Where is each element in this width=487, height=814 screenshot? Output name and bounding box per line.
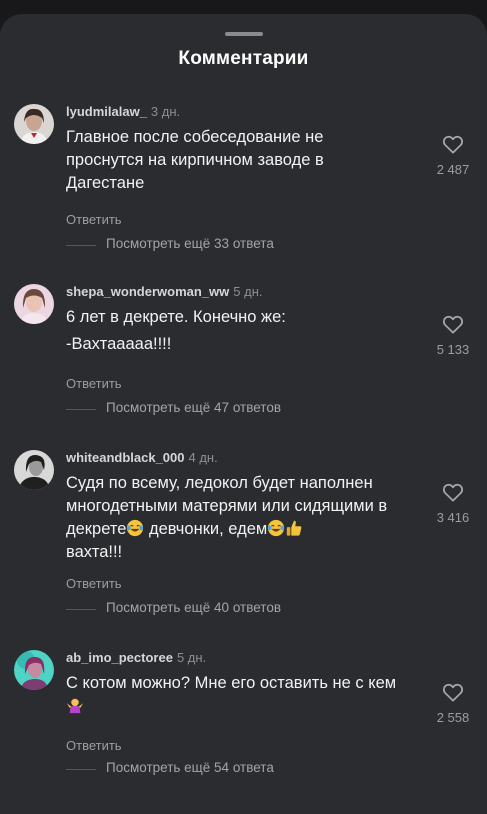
comment-text-part: вахта!!!: [66, 543, 123, 561]
like-button[interactable]: 2 487: [428, 134, 478, 177]
comment-text: 6 лет в декрете. Конечно же: -Вахтааааа!…: [66, 306, 411, 356]
timestamp: 3 дн.: [150, 104, 181, 119]
view-more-replies-label: Посмотреть ещё 54 ответа: [106, 760, 274, 775]
shrug-emoji: [66, 698, 84, 714]
divider: [66, 609, 96, 610]
comment-text-part: С котом можно? Мне его оставить не с кем: [66, 674, 397, 692]
comment-text: С котом можно? Мне его оставить не с кем: [66, 672, 406, 718]
timestamp: 4 дн.: [188, 450, 218, 465]
username[interactable]: lyudmilalaw_: [66, 104, 147, 119]
username[interactable]: shepa_wonderwoman_ww: [66, 284, 229, 299]
timestamp: 5 дн.: [233, 284, 263, 299]
divider: [66, 409, 96, 410]
avatar[interactable]: [14, 284, 54, 324]
tears-of-joy-emoji: [127, 519, 144, 537]
view-more-replies-label: Посмотреть ещё 40 ответов: [106, 600, 281, 615]
like-count: 5 133: [436, 342, 470, 357]
avatar[interactable]: [14, 450, 54, 490]
like-count: 3 416: [436, 510, 470, 525]
like-button[interactable]: 3 416: [428, 482, 478, 525]
avatar[interactable]: [14, 104, 54, 144]
comment-header: ab_imo_pectoree 5 дн.: [66, 650, 206, 665]
drag-handle[interactable]: [225, 32, 263, 36]
like-count: 2 558: [436, 710, 470, 725]
thumbs-up-emoji: [287, 520, 302, 536]
tears-of-joy-emoji: [268, 519, 285, 537]
heart-outline-icon: [442, 135, 464, 154]
comment-text-part: девчонки, едем: [144, 520, 268, 538]
comment-text: Главное после собеседование не проснутся…: [66, 128, 324, 192]
comment-header: lyudmilalaw_ 3 дн.: [66, 104, 180, 119]
heart-outline-icon: [442, 315, 464, 334]
like-button[interactable]: 2 558: [428, 682, 478, 725]
comment-text-line: 6 лет в декрете. Конечно же:: [66, 308, 286, 326]
view-more-replies-label: Посмотреть ещё 47 ответов: [106, 400, 281, 415]
heart-outline-icon: [442, 483, 464, 502]
comment-text-line: -Вахтааааа!!!!: [66, 335, 172, 353]
comment-text: Судя по всему, ледокол будет наполнен мн…: [66, 472, 416, 564]
reply-button[interactable]: Ответить: [66, 212, 122, 227]
reply-button[interactable]: Ответить: [66, 576, 122, 591]
username[interactable]: whiteandblack_000: [66, 450, 185, 465]
comment-header: whiteandblack_000 4 дн.: [66, 450, 218, 465]
heart-outline-icon: [442, 683, 464, 702]
timestamp: 5 дн.: [176, 650, 207, 665]
comment-header: shepa_wonderwoman_ww 5 дн.: [66, 284, 262, 299]
like-count: 2 487: [436, 162, 470, 177]
divider: [66, 245, 96, 246]
divider: [66, 769, 96, 770]
page-title: Комментарии: [178, 48, 309, 69]
like-button[interactable]: 5 133: [428, 314, 478, 357]
reply-button[interactable]: Ответить: [66, 376, 122, 391]
username[interactable]: ab_imo_pectoree: [66, 650, 173, 665]
comments-sheet: Комментарии lyudmilalaw_ 3 дн. Главное по…: [0, 14, 487, 814]
view-more-replies-label: Посмотреть ещё 33 ответа: [106, 236, 274, 251]
avatar[interactable]: [14, 650, 54, 690]
reply-button[interactable]: Ответить: [66, 738, 122, 753]
